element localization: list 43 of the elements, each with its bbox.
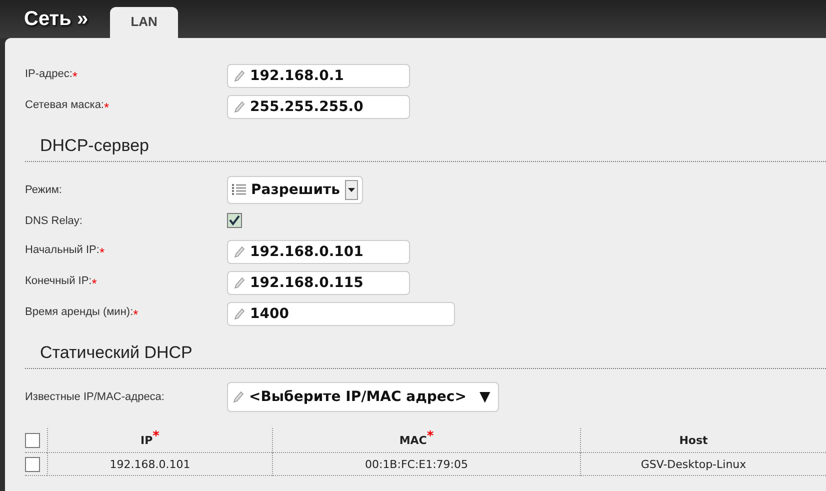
field-label: Известные IP/MAC-адреса: xyxy=(25,390,164,402)
pencil-icon xyxy=(233,244,245,258)
pencil-icon xyxy=(233,68,245,82)
input-field[interactable]: 192.168.0.115 xyxy=(227,270,410,294)
field-label: Сетевая маска: xyxy=(25,99,104,111)
required-mark: * xyxy=(72,70,78,83)
field-label: Время аренды (мин): xyxy=(25,306,134,318)
required-mark: * xyxy=(426,430,434,443)
field-label: IP-адрес: xyxy=(25,68,72,80)
field-label: DNS Relay: xyxy=(25,214,82,226)
required-mark: * xyxy=(92,277,97,290)
column-header: Host xyxy=(679,434,708,446)
checkbox[interactable] xyxy=(25,456,40,472)
section-title: DHCP-сервер xyxy=(40,136,149,155)
table-cell: 192.168.0.101 xyxy=(110,458,190,470)
checkbox[interactable] xyxy=(25,432,40,448)
column-header: IP xyxy=(140,434,153,446)
mode-select[interactable]: Разрешить xyxy=(227,176,364,204)
checkbox[interactable] xyxy=(227,213,242,228)
required-mark: * xyxy=(152,430,160,443)
column-header: MAC xyxy=(399,434,427,446)
input-field[interactable]: 1400 xyxy=(227,302,455,326)
input-field[interactable]: 192.168.0.1 xyxy=(227,64,410,88)
pencil-icon xyxy=(233,276,245,290)
field-label: Режим: xyxy=(25,184,62,196)
list-icon xyxy=(232,182,246,196)
field-label: Конечный IP: xyxy=(25,275,92,287)
caret-icon xyxy=(348,188,356,192)
required-mark: * xyxy=(104,101,110,114)
pencil-icon xyxy=(232,390,244,404)
pencil-icon xyxy=(233,100,245,114)
tab[interactable]: LAN xyxy=(110,7,178,38)
required-mark: * xyxy=(99,246,105,259)
page-title: Сеть » xyxy=(24,8,88,32)
input-field[interactable]: 255.255.255.0 xyxy=(227,94,410,118)
input-field[interactable]: 192.168.0.101 xyxy=(227,240,410,264)
address-select[interactable]: <Выберите IP/MAC адрес> ▼ xyxy=(227,382,500,412)
field-label: Начальный IP: xyxy=(25,244,100,256)
table-cell: 00:1B:FC:E1:79:05 xyxy=(364,458,468,470)
pencil-icon xyxy=(233,306,245,320)
required-mark: * xyxy=(133,308,138,321)
section-title: Статический DHCP xyxy=(40,343,192,362)
table-cell: GSV-Desktop-Linux xyxy=(640,458,746,470)
